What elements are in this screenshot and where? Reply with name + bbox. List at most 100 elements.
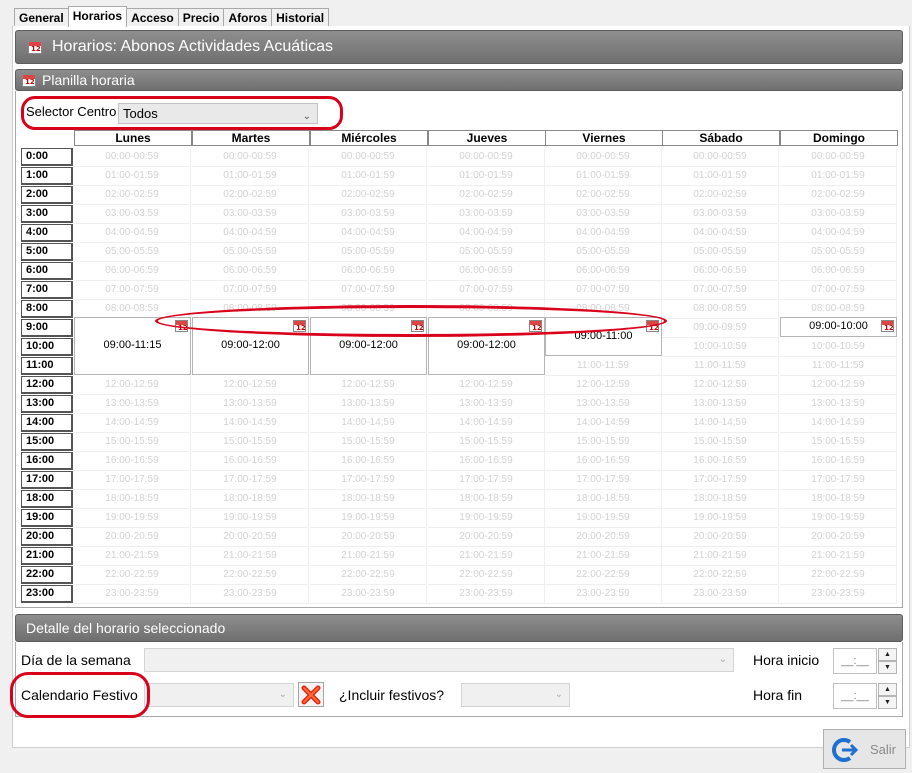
time-slot[interactable]: 00:00-00:59 xyxy=(310,148,427,167)
spin-up-icon[interactable]: ▲ xyxy=(878,683,897,696)
time-slot[interactable]: 06:00-06:59 xyxy=(310,262,427,281)
schedule-event[interactable]: 09:00-12:00 xyxy=(428,317,545,375)
time-slot[interactable]: 22:00-22:59 xyxy=(74,566,191,585)
time-slot[interactable]: 12:00-12:59 xyxy=(192,376,309,395)
time-slot[interactable]: 20:00-20:59 xyxy=(74,528,191,547)
tab-acceso[interactable]: Acceso xyxy=(126,8,179,27)
time-slot[interactable]: 04:00-04:59 xyxy=(780,224,897,243)
time-slot[interactable]: 19:00-19:59 xyxy=(192,509,309,528)
time-slot[interactable]: 12:00-12:59 xyxy=(545,376,662,395)
time-slot[interactable]: 22:00-22:59 xyxy=(662,566,779,585)
time-slot[interactable]: 16:00-16:59 xyxy=(545,452,662,471)
time-slot[interactable]: 14:00-14:59 xyxy=(780,414,897,433)
time-slot[interactable]: 01:00-01:59 xyxy=(74,167,191,186)
time-slot[interactable]: 00:00-00:59 xyxy=(74,148,191,167)
time-slot[interactable]: 19:00-19:59 xyxy=(74,509,191,528)
time-slot[interactable]: 05:00-05:59 xyxy=(310,243,427,262)
salir-button[interactable]: Salir xyxy=(823,729,906,769)
incluir-festivos-dropdown[interactable]: ⌄ xyxy=(461,683,570,707)
spin-down-icon[interactable]: ▼ xyxy=(878,696,897,709)
time-slot[interactable]: 02:00-02:59 xyxy=(192,186,309,205)
dia-semana-dropdown[interactable]: ⌄ xyxy=(144,648,734,672)
time-slot[interactable]: 18:00-18:59 xyxy=(74,490,191,509)
time-slot[interactable]: 19:00-19:59 xyxy=(780,509,897,528)
time-slot[interactable]: 02:00-02:59 xyxy=(545,186,662,205)
time-slot[interactable]: 02:00-02:59 xyxy=(74,186,191,205)
time-slot[interactable]: 17:00-17:59 xyxy=(74,471,191,490)
schedule-event[interactable]: 09:00-12:00 xyxy=(192,317,309,375)
time-slot[interactable]: 04:00-04:59 xyxy=(74,224,191,243)
time-slot[interactable]: 22:00-22:59 xyxy=(192,566,309,585)
spin-down-icon[interactable]: ▼ xyxy=(878,661,897,674)
time-slot[interactable]: 05:00-05:59 xyxy=(192,243,309,262)
schedule-event[interactable]: 09:00-11:15 xyxy=(74,317,191,375)
time-slot[interactable]: 23:00-23:59 xyxy=(428,585,545,604)
time-slot[interactable]: 16:00-16:59 xyxy=(428,452,545,471)
time-slot[interactable]: 17:00-17:59 xyxy=(310,471,427,490)
hora-inicio-input[interactable]: __:__ xyxy=(833,648,877,674)
time-slot[interactable]: 22:00-22:59 xyxy=(428,566,545,585)
time-slot[interactable]: 16:00-16:59 xyxy=(192,452,309,471)
tab-precio[interactable]: Precio xyxy=(177,8,225,27)
time-slot[interactable]: 21:00-21:59 xyxy=(192,547,309,566)
time-slot[interactable]: 16:00-16:59 xyxy=(662,452,779,471)
time-slot[interactable]: 17:00-17:59 xyxy=(428,471,545,490)
time-slot[interactable]: 07:00-07:59 xyxy=(662,281,779,300)
time-slot[interactable]: 05:00-05:59 xyxy=(545,243,662,262)
time-slot[interactable]: 16:00-16:59 xyxy=(74,452,191,471)
schedule-event[interactable]: 09:00-11:00 xyxy=(545,317,662,356)
time-slot[interactable]: 07:00-07:59 xyxy=(74,281,191,300)
time-slot[interactable]: 00:00-00:59 xyxy=(192,148,309,167)
time-slot[interactable]: 01:00-01:59 xyxy=(310,167,427,186)
time-slot[interactable]: 17:00-17:59 xyxy=(192,471,309,490)
selector-centro-dropdown[interactable]: Todos ⌄ xyxy=(118,103,318,124)
time-slot[interactable]: 12:00-12:59 xyxy=(428,376,545,395)
time-slot[interactable]: 11:00-11:59 xyxy=(545,357,662,376)
time-slot[interactable]: 22:00-22:59 xyxy=(545,566,662,585)
time-slot[interactable]: 21:00-21:59 xyxy=(662,547,779,566)
time-slot[interactable]: 06:00-06:59 xyxy=(662,262,779,281)
time-slot[interactable]: 23:00-23:59 xyxy=(780,585,897,604)
time-slot[interactable]: 15:00-15:59 xyxy=(662,433,779,452)
hora-fin-stepper[interactable]: __:__ ▲ ▼ xyxy=(833,683,897,709)
time-slot[interactable]: 03:00-03:59 xyxy=(428,205,545,224)
time-slot[interactable]: 22:00-22:59 xyxy=(310,566,427,585)
time-slot[interactable]: 14:00-14:59 xyxy=(662,414,779,433)
time-slot[interactable]: 15:00-15:59 xyxy=(310,433,427,452)
time-slot[interactable]: 19:00-19:59 xyxy=(545,509,662,528)
time-slot[interactable]: 15:00-15:59 xyxy=(545,433,662,452)
calendar-icon[interactable] xyxy=(411,320,424,332)
time-slot[interactable]: 13:00-13:59 xyxy=(310,395,427,414)
time-slot[interactable]: 14:00-14:59 xyxy=(310,414,427,433)
time-slot[interactable]: 20:00-20:59 xyxy=(192,528,309,547)
time-slot[interactable]: 13:00-13:59 xyxy=(192,395,309,414)
time-slot[interactable]: 12:00-12:59 xyxy=(74,376,191,395)
clear-calendario-button[interactable] xyxy=(298,682,324,707)
time-slot[interactable]: 11:00-11:59 xyxy=(780,357,897,376)
time-slot[interactable]: 16:00-16:59 xyxy=(310,452,427,471)
time-slot[interactable]: 14:00-14:59 xyxy=(545,414,662,433)
time-slot[interactable]: 06:00-06:59 xyxy=(545,262,662,281)
time-slot[interactable]: 18:00-18:59 xyxy=(192,490,309,509)
time-slot[interactable]: 04:00-04:59 xyxy=(428,224,545,243)
time-slot[interactable]: 01:00-01:59 xyxy=(780,167,897,186)
time-slot[interactable]: 09:00-09:59 xyxy=(662,319,779,338)
time-slot[interactable]: 01:00-01:59 xyxy=(545,167,662,186)
time-slot[interactable]: 17:00-17:59 xyxy=(780,471,897,490)
time-slot[interactable]: 01:00-01:59 xyxy=(192,167,309,186)
time-slot[interactable]: 13:00-13:59 xyxy=(428,395,545,414)
time-slot[interactable]: 21:00-21:59 xyxy=(545,547,662,566)
calendar-icon[interactable] xyxy=(529,320,542,332)
time-slot[interactable]: 23:00-23:59 xyxy=(310,585,427,604)
time-slot[interactable]: 07:00-07:59 xyxy=(192,281,309,300)
schedule-event[interactable]: 09:00-10:00 xyxy=(780,317,897,337)
time-slot[interactable]: 23:00-23:59 xyxy=(74,585,191,604)
time-slot[interactable]: 19:00-19:59 xyxy=(310,509,427,528)
time-slot[interactable]: 03:00-03:59 xyxy=(780,205,897,224)
time-slot[interactable]: 05:00-05:59 xyxy=(662,243,779,262)
hora-fin-input[interactable]: __:__ xyxy=(833,683,877,709)
time-slot[interactable]: 03:00-03:59 xyxy=(662,205,779,224)
time-slot[interactable]: 12:00-12:59 xyxy=(310,376,427,395)
time-slot[interactable]: 06:00-06:59 xyxy=(192,262,309,281)
time-slot[interactable]: 11:00-11:59 xyxy=(662,357,779,376)
